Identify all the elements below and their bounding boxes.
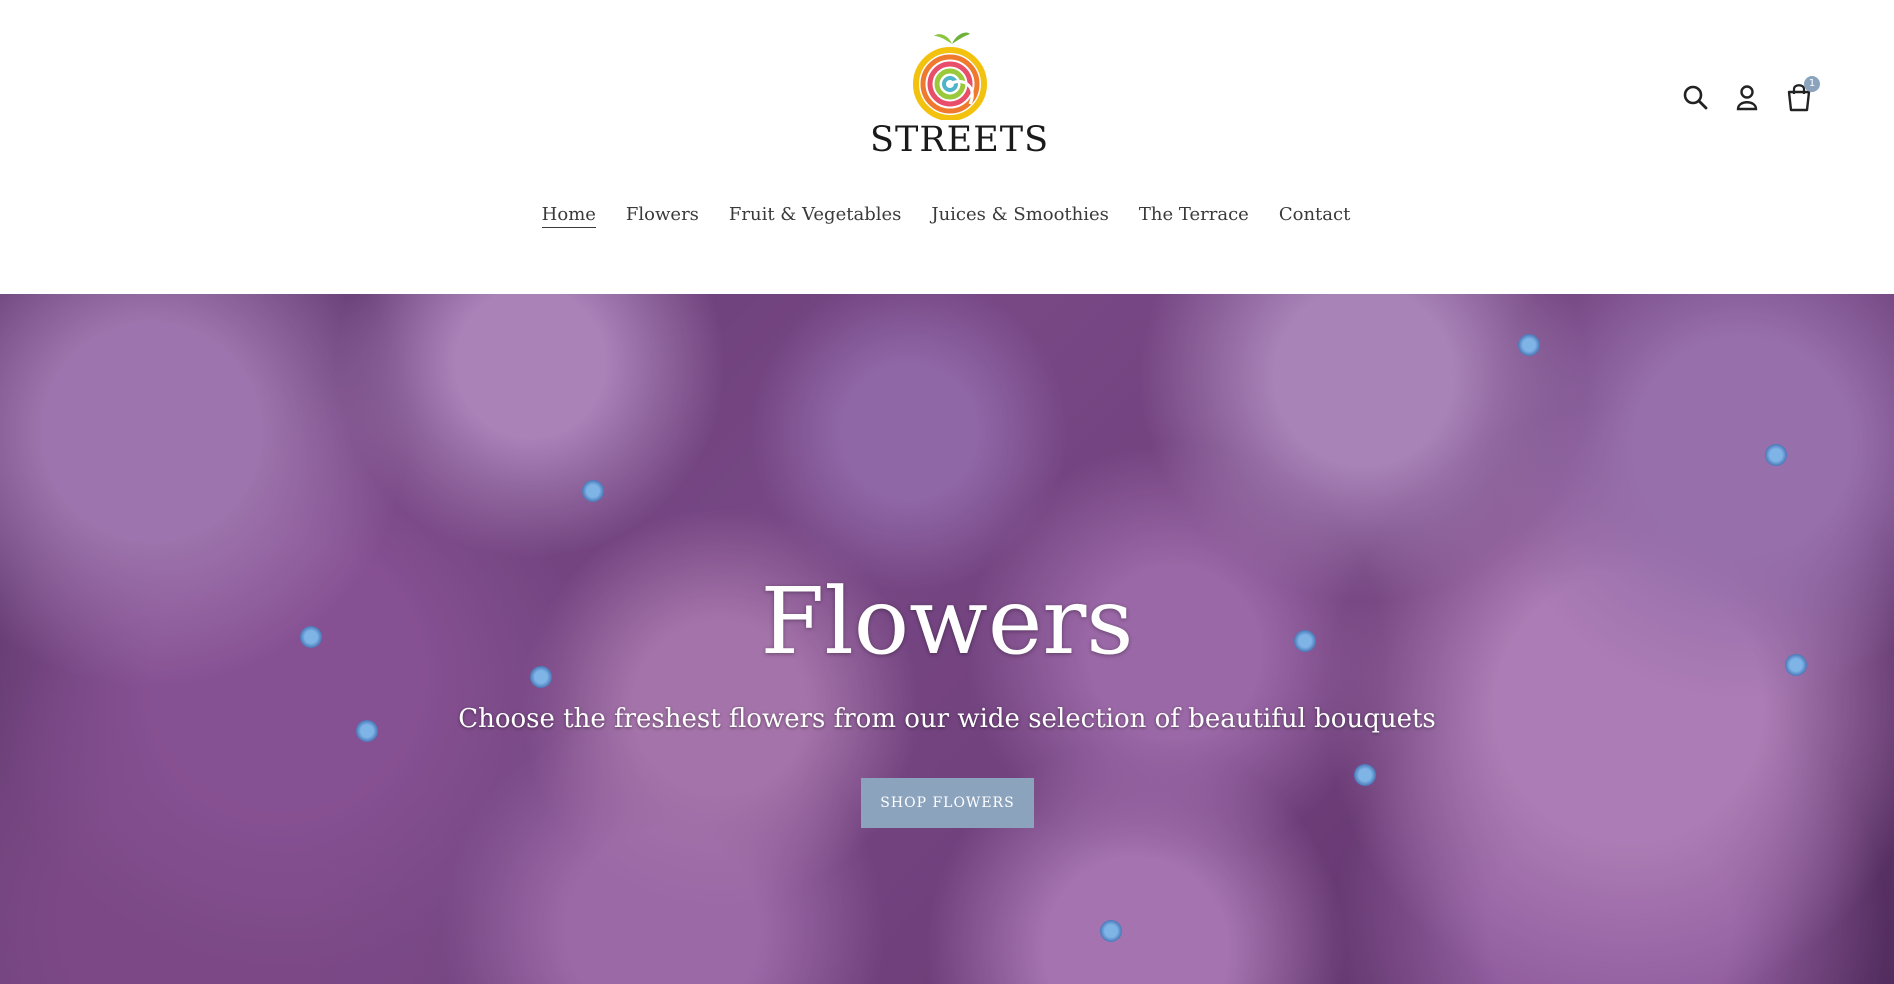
nav-item-home[interactable]: Home bbox=[527, 204, 611, 228]
cart-icon[interactable]: 1 bbox=[1786, 76, 1820, 112]
hero-subtitle: Choose the freshest flowers from our wid… bbox=[458, 704, 1436, 734]
logo[interactable]: STREETS bbox=[870, 30, 1050, 170]
nav-item-contact[interactable]: Contact bbox=[1264, 204, 1365, 225]
nav-item-flowers[interactable]: Flowers bbox=[611, 204, 714, 225]
hero-title: Flowers bbox=[760, 568, 1134, 675]
nav-item-fruit-vegetables[interactable]: Fruit & Vegetables bbox=[714, 204, 916, 225]
nav-item-juices-smoothies[interactable]: Juices & Smoothies bbox=[916, 204, 1124, 225]
cart-count-badge: 1 bbox=[1804, 76, 1820, 92]
hero-content: Flowers Choose the freshest flowers from… bbox=[0, 294, 1894, 984]
search-icon[interactable] bbox=[1682, 82, 1708, 112]
shop-flowers-button[interactable]: SHOP FLOWERS bbox=[861, 778, 1034, 828]
site-header: STREETS 1 Home Flowers Fruit & Vegetable… bbox=[0, 0, 1894, 294]
logo-swirl-icon bbox=[913, 32, 987, 120]
header-icons: 1 bbox=[1682, 76, 1820, 112]
main-nav: Home Flowers Fruit & Vegetables Juices &… bbox=[0, 204, 1894, 228]
logo-wordmark: STREETS bbox=[870, 120, 1050, 160]
account-icon[interactable] bbox=[1734, 82, 1760, 112]
hero-banner: Flowers Choose the freshest flowers from… bbox=[0, 294, 1894, 984]
nav-item-the-terrace[interactable]: The Terrace bbox=[1124, 204, 1264, 225]
